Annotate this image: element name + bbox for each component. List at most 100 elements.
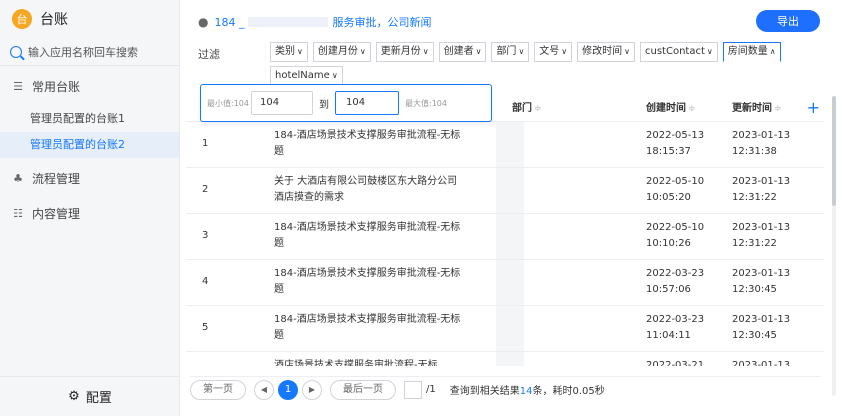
row-title: 184-酒店场景技术支撑服务审批流程-无标题: [274, 128, 464, 160]
filter-chip[interactable]: 更新月份 ∨: [375, 42, 434, 62]
chevron-down-icon: ∨: [518, 47, 525, 56]
filter-label: 过滤: [198, 48, 220, 61]
page-jump-input[interactable]: [404, 380, 422, 399]
chevron-down-icon: ∨: [561, 47, 568, 56]
scrollbar-thumb[interactable]: [832, 96, 836, 206]
layers-icon: ☰: [13, 79, 23, 93]
row-index: 2: [202, 182, 208, 198]
row-index: 5: [202, 320, 208, 336]
search-icon: [10, 45, 22, 58]
add-column-icon[interactable]: +: [807, 96, 820, 120]
row-title-text[interactable]: 184-酒店场景技术支撑服务审批流程-无标题: [274, 130, 460, 157]
app-search-input[interactable]: 输入应用名称回车搜索: [0, 38, 179, 66]
filter-chip-label: 修改时间: [582, 46, 623, 57]
filter-chip[interactable]: 房间数量 ∧: [722, 42, 781, 62]
max-hint: 最大值:104: [405, 98, 447, 108]
updated-date: 2023-01-13: [732, 176, 791, 187]
row-dept: [496, 260, 524, 305]
next-page-icon[interactable]: ▶: [302, 379, 322, 400]
export-button[interactable]: 导出: [756, 10, 820, 32]
brand: 台 台账: [0, 0, 179, 38]
app-title: 台账: [40, 12, 68, 28]
row-title: 184-酒店场景技术支撑服务审批流程-无标题: [274, 266, 464, 298]
breadcrumb-prefix[interactable]: 184 _: [214, 16, 244, 29]
table-row[interactable]: 1 184-酒店场景技术支撑服务审批流程-无标题 2022-05-13 18:15:3…: [186, 122, 824, 168]
sidebar-section-label: 流程管理: [32, 171, 81, 186]
filter-chip[interactable]: 文号 ∨: [534, 42, 573, 62]
sidebar-section-content[interactable]: ☷ 内容管理: [0, 198, 179, 228]
row-created: 2022-03-23 11:04:11: [646, 312, 704, 344]
column-label: 部门: [512, 103, 532, 114]
prev-page-icon[interactable]: ◀: [254, 379, 274, 400]
first-page-button[interactable]: 第一页: [190, 379, 246, 400]
created-date: 2022-03-23: [646, 314, 705, 325]
sidebar-section-label: 内容管理: [32, 206, 81, 221]
row-created: 2022-05-13 18:15:37: [646, 128, 704, 160]
filter-chip[interactable]: 创建者 ∨: [438, 42, 487, 62]
flow-icon: ♣: [13, 171, 23, 185]
table-row[interactable]: 5 184-酒店场景技术支撑服务审批流程-无标题 2022-03-23 11:04:1…: [186, 306, 824, 352]
filter-chip-label: 文号: [539, 46, 560, 57]
range-max-input[interactable]: 104: [335, 91, 399, 115]
breadcrumb-suffix[interactable]: 服务审批，公司新闻: [332, 14, 431, 30]
updated-time: 12:30:45: [732, 330, 777, 341]
row-index: 1: [202, 136, 208, 152]
gear-icon: ⚙: [68, 389, 80, 404]
created-date: 2022-03-23: [646, 268, 705, 279]
range-to-label: 到: [319, 99, 329, 111]
updated-date: 2023-01-13: [732, 130, 791, 141]
chevron-down-icon: ∨: [422, 47, 429, 56]
row-title-text[interactable]: 酒店场景技术支撑服务审批流程-无标: [274, 360, 438, 366]
sidebar-section-flow[interactable]: ♣ 流程管理: [0, 158, 179, 198]
row-title-text[interactable]: 184-酒店场景技术支撑服务审批流程-无标题: [274, 222, 460, 249]
filter-chip-label: hotelName: [275, 70, 330, 81]
table-row[interactable]: 2 关于 大酒店有限公司鼓楼区东大路分公司酒店摸查的需求 2022-05-10 10:…: [186, 168, 824, 214]
sidebar-item-ledger-2[interactable]: 管理员配置的台账2: [0, 132, 179, 158]
updated-date: 2023-01-13: [732, 268, 791, 279]
filter-chips: 类别 ∨ 创建月份 ∨ 更新月份 ∨ 创建者 ∨ 部门 ∨ 文号 ∨ 修改时间 ∨ custContact ∨…: [270, 42, 830, 86]
filter-chip[interactable]: 修改时间 ∨: [577, 42, 636, 62]
column-label: 更新时间: [732, 103, 772, 114]
updated-date: 2023-01-13: [732, 222, 791, 233]
chevron-down-icon: ∨: [624, 47, 631, 56]
row-title-text[interactable]: 关于 大酒店有限公司鼓楼区东大路分公司酒店摸查的需求: [274, 176, 457, 203]
sidebar-section-common[interactable]: ☰ 常用台账: [0, 66, 179, 106]
row-title-text[interactable]: 184-酒店场景技术支撑服务审批流程-无标题: [274, 268, 460, 295]
sidebar-item-ledger-1[interactable]: 管理员配置的台账1: [0, 106, 179, 132]
row-created: 2022-03-23 10:57:06: [646, 266, 704, 298]
row-created: 2022-05-10 10:05:20: [646, 174, 704, 206]
filter-chip[interactable]: 创建月份 ∨: [312, 42, 371, 62]
chevron-down-icon: ∨: [475, 47, 482, 56]
current-page[interactable]: 1: [278, 379, 298, 400]
row-updated: 2023-01-13: [732, 358, 790, 366]
table-scrollbar[interactable]: [832, 96, 836, 396]
row-updated: 2023-01-13 12:31:22: [732, 174, 790, 206]
column-header-updated[interactable]: 更新时间 ≑: [732, 96, 782, 122]
filter-chip[interactable]: custContact ∨: [640, 42, 718, 62]
column-header-created[interactable]: 创建时间 ≑: [646, 96, 696, 122]
created-date: 2022-03-21: [646, 360, 705, 366]
row-dept: [496, 122, 524, 167]
filter-chip[interactable]: hotelName ∨: [270, 66, 343, 86]
table-row[interactable]: 酒店场景技术支撑服务审批流程-无标 2022-03-21 2023-01-13: [186, 352, 824, 366]
config-button[interactable]: ⚙ 配置: [0, 376, 180, 416]
table-row[interactable]: 4 184-酒店场景技术支撑服务审批流程-无标题 2022-03-23 10:57:0…: [186, 260, 824, 306]
ledger-logo-icon: 台: [12, 9, 32, 29]
last-page-button[interactable]: 最后一页: [330, 379, 396, 400]
range-filter-popover: 最小值:104 104 到 104 最大值:104: [200, 84, 492, 122]
chevron-down-icon: ∨: [706, 47, 713, 56]
table-row[interactable]: 3 184-酒店场景技术支撑服务审批流程-无标题 2022-05-10 10:10:2…: [186, 214, 824, 260]
column-header-dept[interactable]: 部门 ≑: [512, 96, 542, 122]
breadcrumb: ● 184 _ 服务审批，公司新闻 导出: [198, 10, 824, 34]
filter-chip-label: 房间数量: [727, 46, 768, 57]
result-info: 查询到相关结果14条，耗时0.05秒: [450, 382, 605, 397]
row-index-text: 4: [202, 276, 209, 287]
filter-chip[interactable]: 类别 ∨: [270, 42, 308, 62]
updated-date: 2023-01-13: [732, 314, 791, 325]
filter-chip[interactable]: 部门 ∨: [491, 42, 530, 62]
column-label: 创建时间: [646, 103, 686, 114]
row-title-text[interactable]: 184-酒店场景技术支撑服务审批流程-无标题: [274, 314, 460, 341]
range-min-input[interactable]: 104: [251, 91, 313, 115]
chevron-up-icon: ∧: [769, 47, 776, 56]
pagination: 第一页 ◀ 1 ▶ 最后一页 /1 查询到相关结果14条，耗时0.05秒: [190, 376, 820, 402]
